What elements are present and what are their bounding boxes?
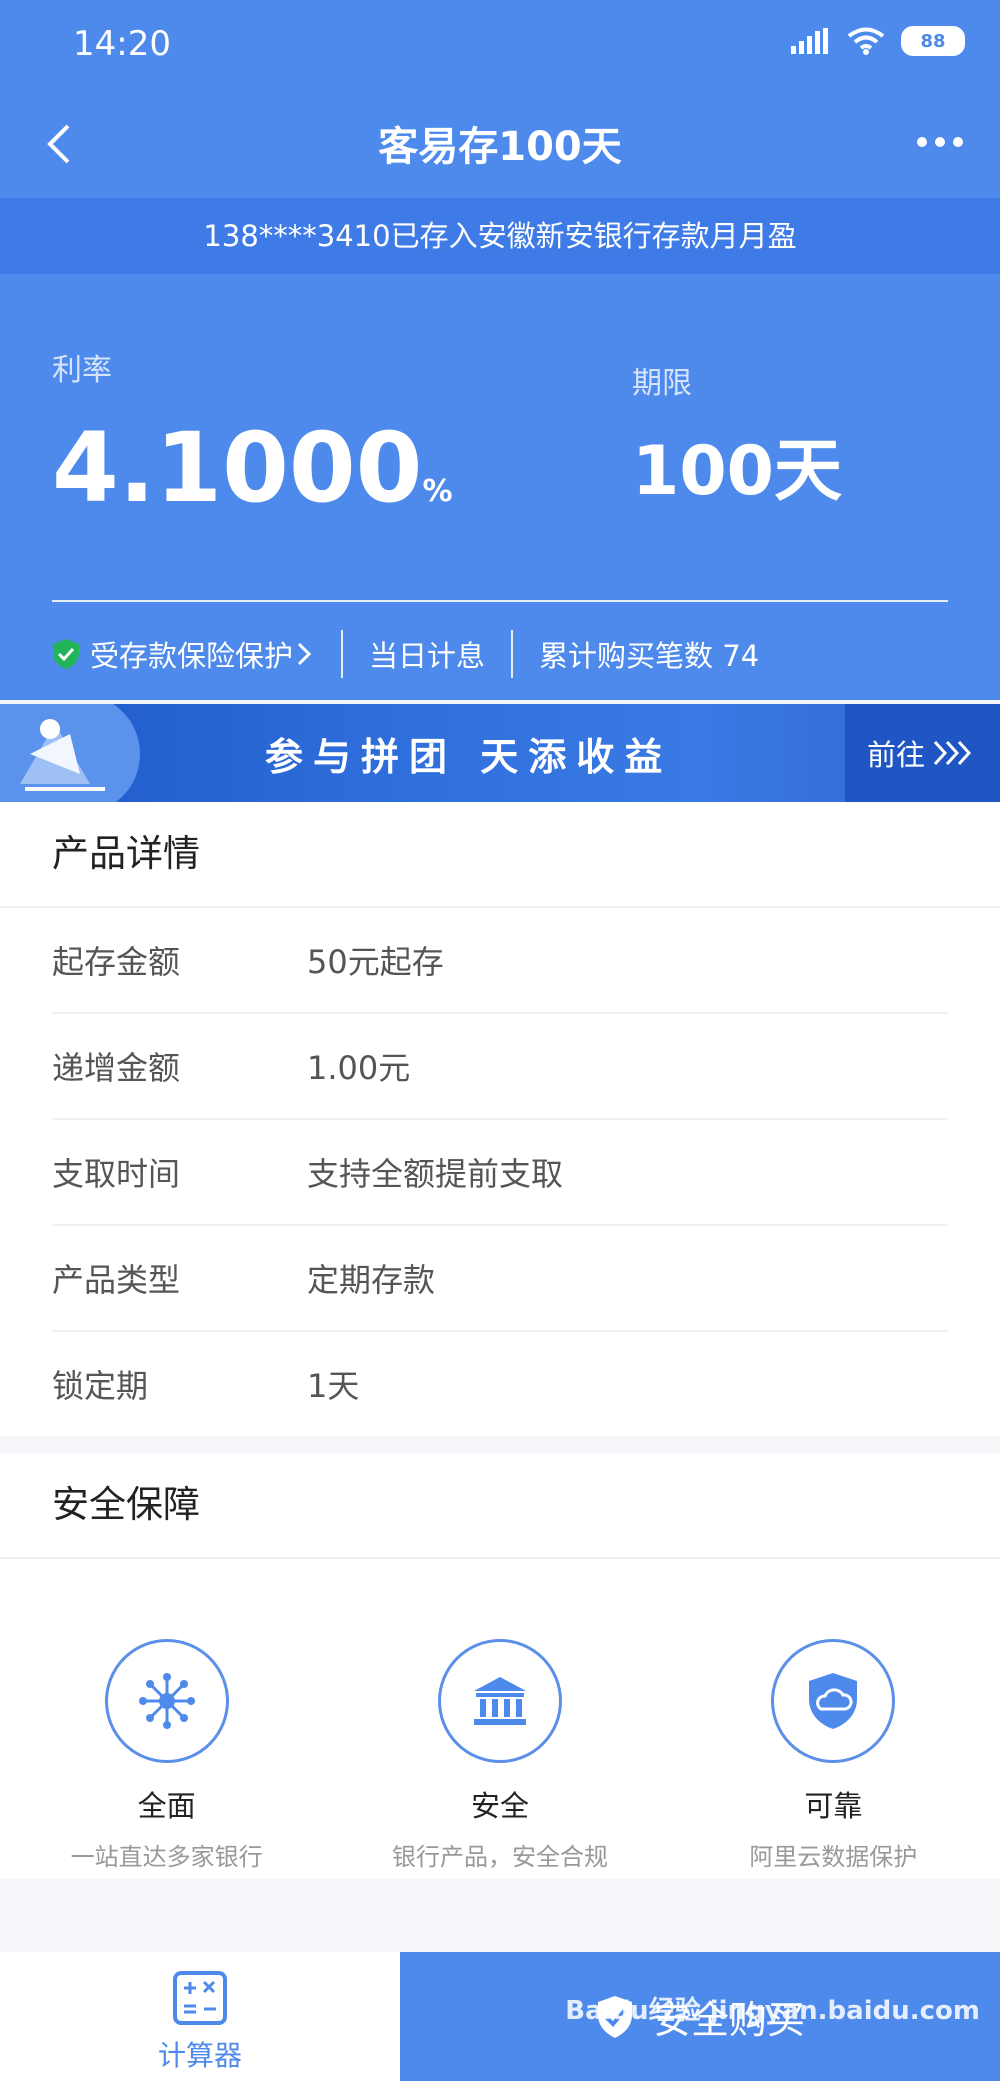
status-time: 14:20	[73, 24, 171, 64]
detail-label: 递增金额	[52, 1049, 181, 1087]
banner-go-label: 前往	[867, 738, 926, 772]
detail-label: 起存金额	[52, 943, 181, 981]
security-icon-circle	[104, 1639, 229, 1763]
security-icon-circle	[771, 1639, 896, 1763]
feature-separator	[511, 630, 514, 678]
security-card: 安全保障 全面 一站直达多家银行 安全 银行产品，安全合规 可靠 阿里云数据保护	[0, 1453, 1000, 1879]
security-item: 安全 银行产品，安全合规	[333, 1639, 666, 1879]
term-value: 100天	[632, 432, 842, 511]
detail-label: 锁定期	[52, 1367, 149, 1405]
wifi-icon	[847, 27, 885, 55]
banner-illustration	[0, 704, 140, 802]
security-item: 全面 一站直达多家银行	[0, 1639, 333, 1879]
details-title: 产品详情	[0, 802, 1000, 908]
purchase-ticker: 138****3410已存入安徽新安银行存款月月盈	[0, 198, 1000, 274]
more-button[interactable]	[910, 122, 970, 162]
feature-separator	[341, 630, 344, 678]
security-item-name: 全面	[137, 1789, 196, 1823]
calculator-icon	[173, 1971, 227, 2025]
banner-title: 参与拼团 天添收益	[265, 735, 673, 779]
calculator-label: 计算器	[157, 2039, 242, 2072]
banner-figure-icon	[20, 719, 105, 791]
purchase-count: 累计购买笔数 74	[539, 639, 760, 673]
banner-go-button[interactable]: 前往	[845, 704, 1000, 802]
product-details-card: 产品详情 起存金额 50元起存 递增金额 1.00元 支取时间 支持全额提前支取 产品…	[0, 802, 1000, 1436]
page-title: 客易存100天	[378, 124, 622, 170]
cloud-shield-icon	[809, 1673, 858, 1729]
security-item-desc: 银行产品，安全合规	[391, 1843, 608, 1871]
detail-value: 支持全额提前支取	[307, 1155, 564, 1193]
rate-unit: %	[422, 474, 453, 509]
detail-row: 起存金额 50元起存	[52, 908, 948, 1014]
security-item-name: 可靠	[804, 1789, 863, 1823]
status-bar: 14:20 88	[0, 0, 1000, 92]
navigation-bar: 客易存100天	[0, 92, 1000, 196]
detail-row: 支取时间 支持全额提前支取	[52, 1120, 948, 1226]
security-item-desc: 一站直达多家银行	[70, 1843, 263, 1871]
feature-strip: 受存款保险保护 当日计息 累计购买笔数 74	[52, 622, 759, 686]
detail-label: 支取时间	[52, 1155, 181, 1193]
rate-number: 4.1000	[52, 412, 423, 524]
signal-icon	[791, 28, 828, 54]
interest-feature: 当日计息	[369, 639, 486, 673]
security-items: 全面 一站直达多家银行 安全 银行产品，安全合规 可靠 阿里云数据保护	[0, 1559, 1000, 1879]
insurance-link[interactable]: 受存款保险保护	[90, 633, 293, 675]
details-list: 起存金额 50元起存 递增金额 1.00元 支取时间 支持全额提前支取 产品类型 定期存…	[0, 908, 1000, 1436]
group-buy-banner[interactable]: 参与拼团 天添收益 前往	[0, 704, 1000, 802]
shield-check-icon	[53, 639, 79, 669]
detail-label: 产品类型	[52, 1261, 181, 1299]
detail-row: 递增金额 1.00元	[52, 1014, 948, 1120]
header-divider	[52, 600, 948, 602]
chevron-right-icon	[297, 642, 312, 666]
bank-icon	[473, 1677, 526, 1725]
security-title: 安全保障	[0, 1453, 1000, 1559]
detail-value: 1.00元	[307, 1049, 411, 1087]
term-label: 期限	[632, 366, 692, 401]
more-dots-icon	[917, 137, 963, 147]
detail-value: 50元起存	[307, 943, 444, 981]
security-icon-circle	[437, 1639, 562, 1763]
security-item: 可靠 阿里云数据保护	[667, 1639, 1000, 1879]
security-item-name: 安全	[470, 1789, 529, 1823]
rate-label: 利率	[52, 353, 112, 388]
detail-value: 定期存款	[307, 1261, 436, 1299]
security-item-desc: 阿里云数据保护	[749, 1843, 918, 1871]
double-chevron-right-icon	[933, 740, 972, 766]
calculator-button[interactable]: 计算器	[0, 1952, 400, 2081]
detail-row: 产品类型 定期存款	[52, 1226, 948, 1332]
detail-row: 锁定期 1天	[52, 1332, 948, 1436]
watermark: Baidu经验 jingyan.baidu.com	[565, 1996, 980, 2026]
detail-value: 1天	[307, 1367, 360, 1405]
battery-indicator: 88	[901, 26, 965, 56]
rate-value: 4.1000%	[52, 420, 453, 516]
network-icon	[138, 1673, 195, 1729]
